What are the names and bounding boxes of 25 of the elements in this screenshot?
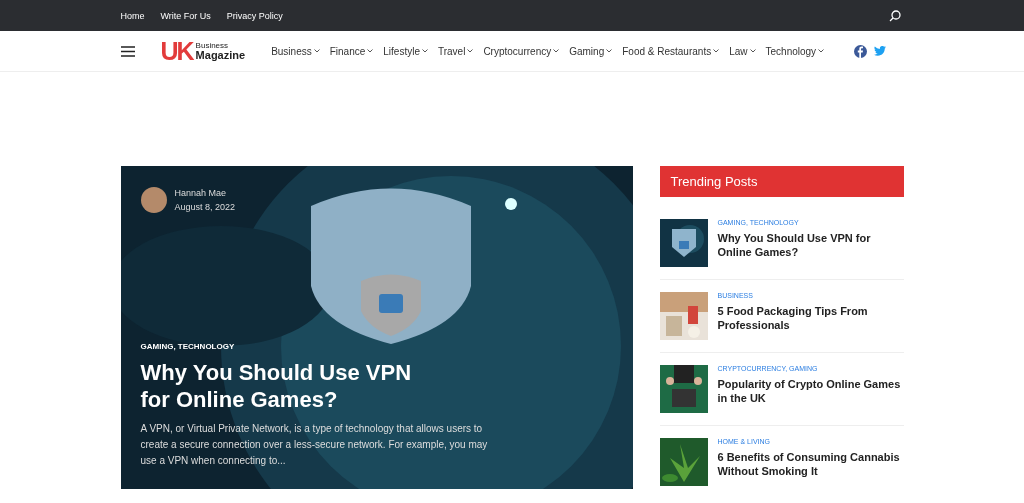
post-title[interactable]: 6 Benefits of Consuming Cannabis Without Smoking It [717,450,904,478]
author-name[interactable]: Hannah Mae [174,186,236,200]
top-nav-link[interactable]: Write For Us [160,10,211,21]
post-title[interactable]: Why You Should Use VPN for Online Games? [717,231,904,259]
category-label[interactable]: GAMING, TECHNOLOGY [140,342,613,351]
nav-menu-item[interactable]: Food & Restaurants [622,45,720,57]
nav-menu-item[interactable]: Technology [765,45,825,57]
nav-menu-item[interactable]: Gaming [569,45,613,57]
logo-text: Magazine [195,49,246,61]
top-nav-link[interactable]: Privacy Policy [226,10,283,21]
featured-title[interactable]: Why You Should Use VPN for Online Games? [140,359,441,413]
post-title[interactable]: 5 Food Packaging Tips From Professionals [717,304,904,332]
nav-menu-item[interactable]: Cryptocurrency [483,45,560,57]
nav-menu-item[interactable]: Travel [437,45,474,57]
logo-text: Business [195,41,230,50]
excerpt: A VPN, or Virtual Private Network, is a type of technology that allows users to create a secure connection over a less-secure network. For example, you may use a VPN when connecting to... [140,422,489,468]
nav-menu-item[interactable]: Law [729,45,756,57]
nav-menu-item[interactable]: Business [271,45,320,57]
post-date: August 8, 2022 [174,201,236,214]
nav-menu-item[interactable]: Finance [329,45,374,57]
section-heading: Trending Posts [659,166,904,197]
post-title[interactable]: Popularity of Crypto Online Games in the UK [717,377,904,405]
nav-menu-item[interactable]: Lifestyle [383,45,428,57]
logo-mark[interactable]: UK [160,38,193,64]
top-nav-link[interactable]: Home [120,10,145,21]
